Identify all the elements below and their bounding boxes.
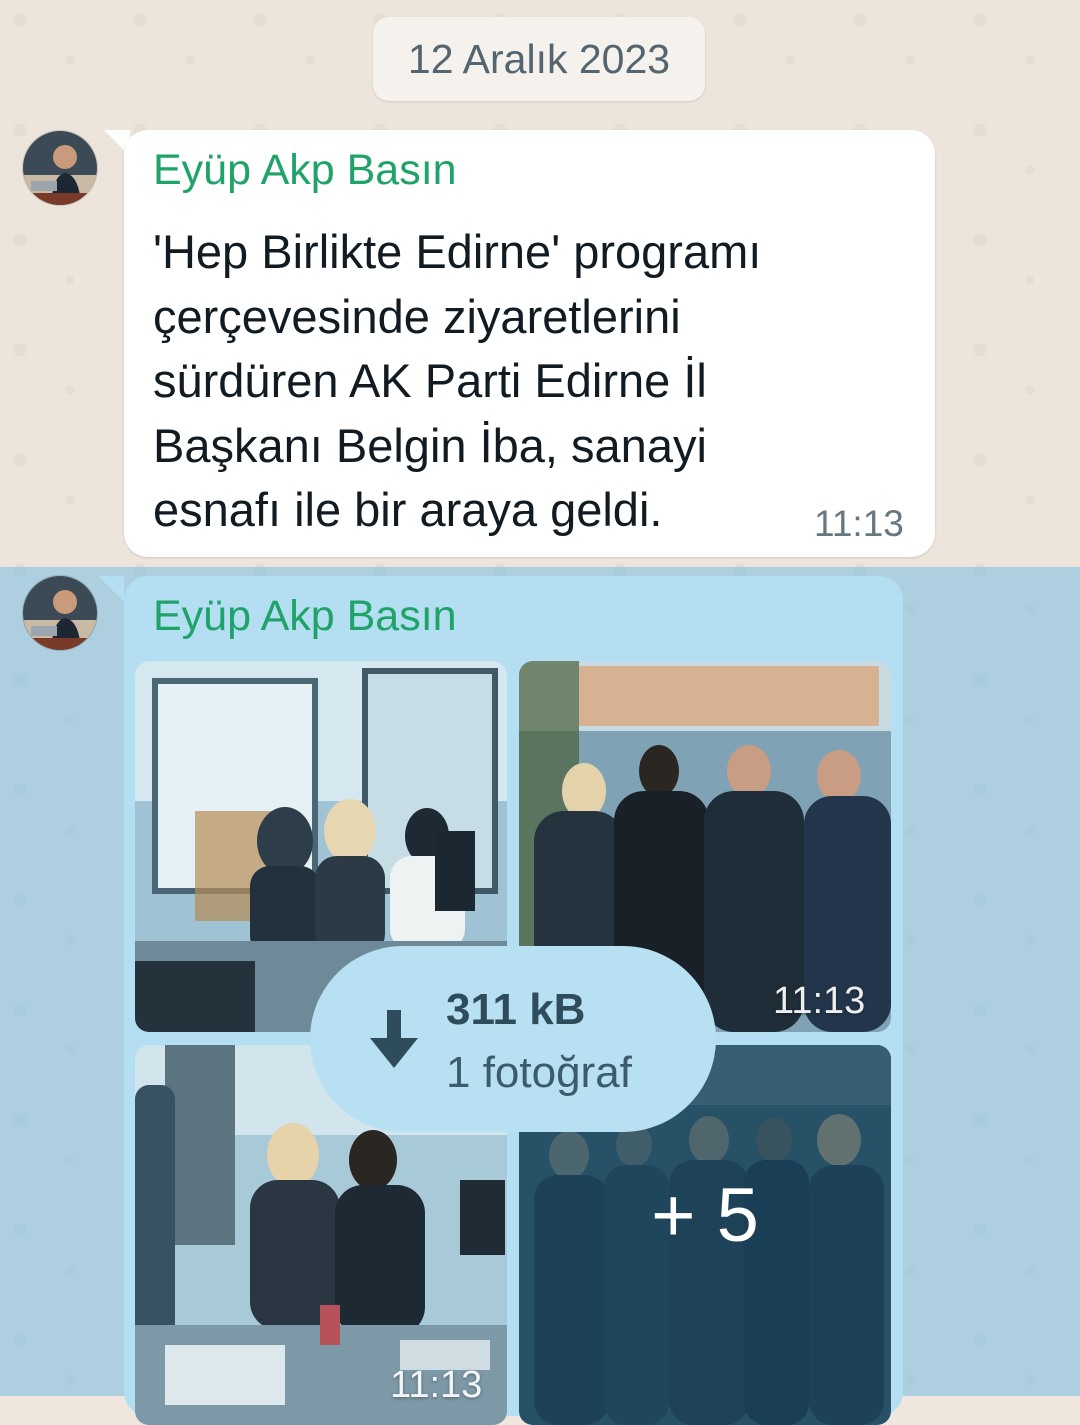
sender-name[interactable]: Eyüp Akp Basın [153,146,457,195]
date-label: 12 Aralık 2023 [407,35,671,82]
sender-avatar[interactable] [23,131,97,205]
photo-time: 11:13 [773,980,866,1022]
download-arrow-icon [370,1010,418,1068]
sender-name[interactable]: Eyüp Akp Basın [153,592,457,641]
download-photo-count: 1 fotoğraf [446,1048,632,1097]
bubble-tail [98,576,124,602]
message-time: 11:13 [814,503,904,544]
date-separator-chip: 12 Aralık 2023 [373,17,705,101]
message-text: 'Hep Birlikte Edirne' programı çerçevesi… [153,225,762,536]
photo-time: 11:13 [390,1364,483,1406]
download-size: 311 kB [446,985,586,1034]
sender-avatar[interactable] [23,576,97,650]
